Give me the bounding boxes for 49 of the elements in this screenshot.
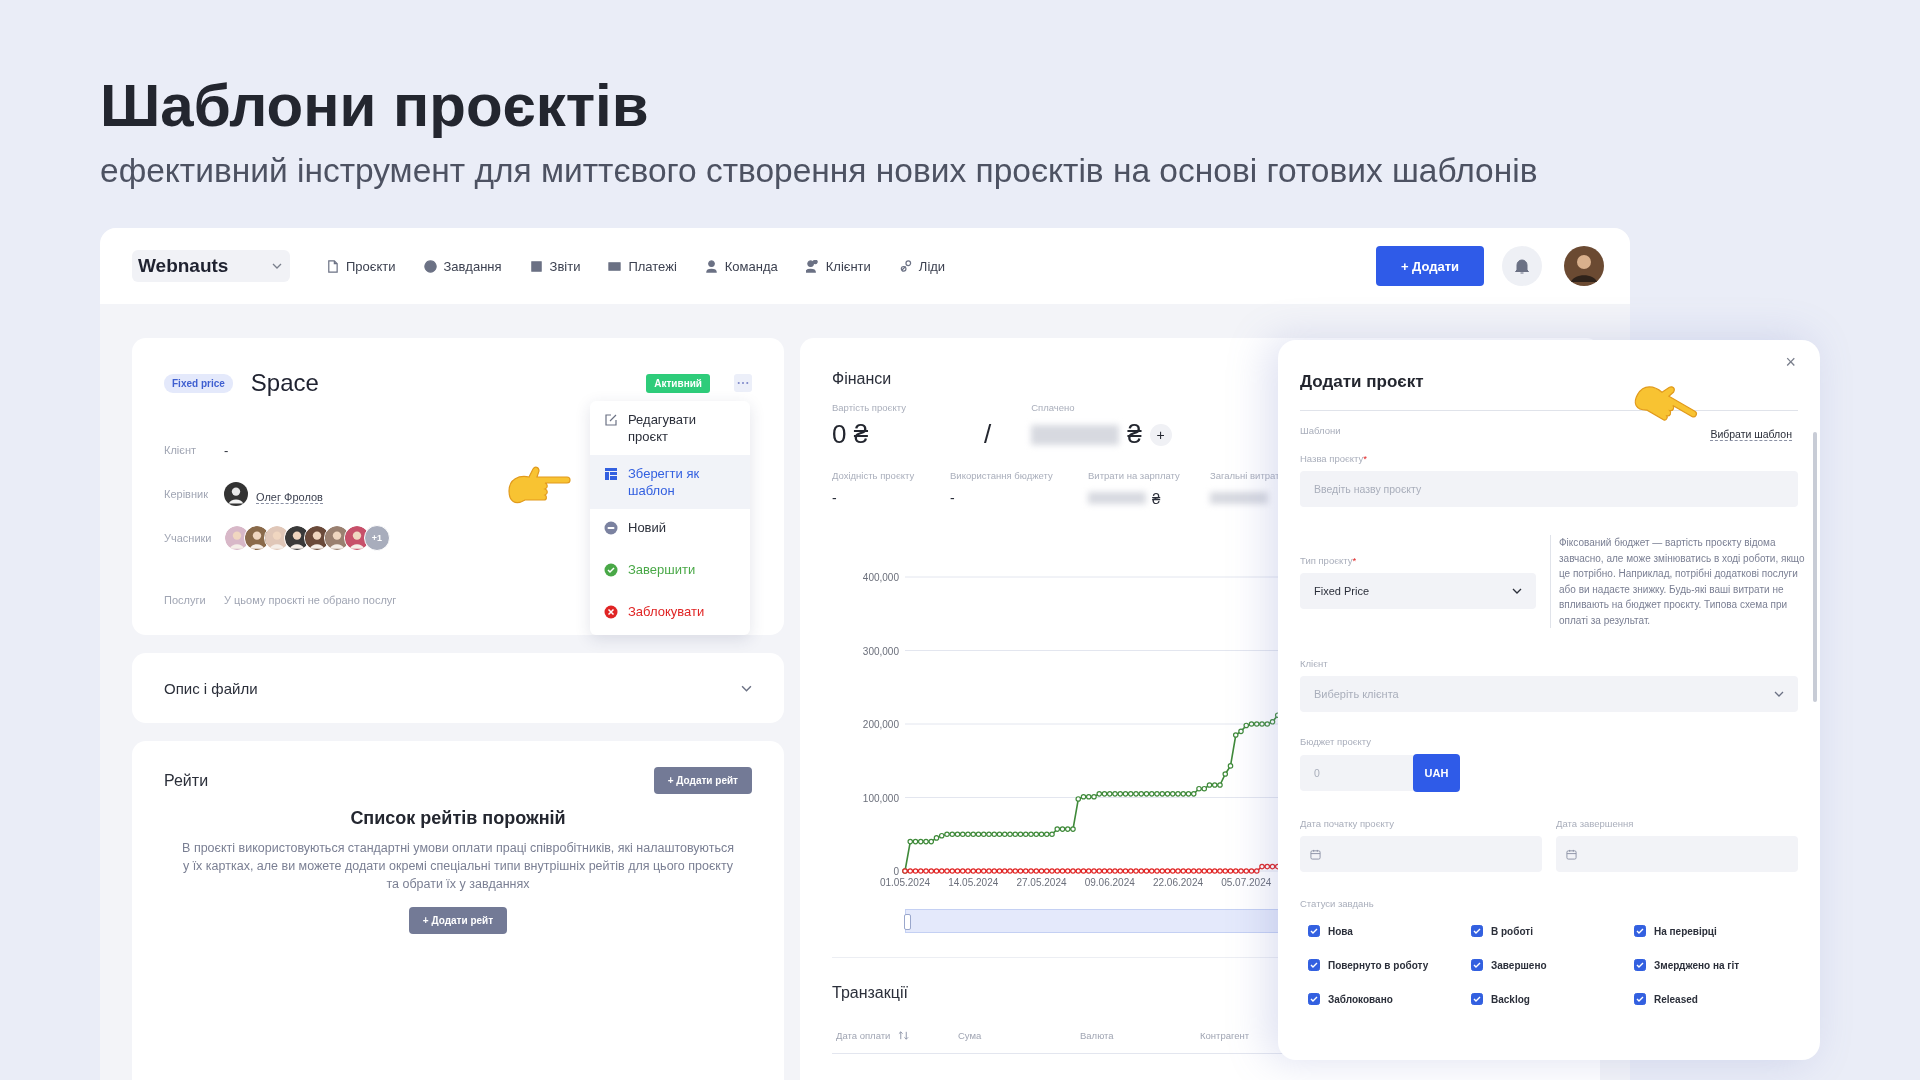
y-axis-label: 300,000	[862, 645, 899, 657]
field-value: -	[224, 442, 229, 458]
x-axis-label: 05.07.2024	[1221, 877, 1272, 888]
status-badge: Активний	[646, 373, 710, 393]
field-label: Бюджет проєкту	[1300, 736, 1373, 747]
field-label: Керівник	[164, 488, 209, 500]
empty-state-title: Список рейтів порожній	[350, 808, 566, 829]
x-axis-label: 27.05.2024	[1016, 877, 1067, 888]
field-label: Статуси завдань	[1300, 898, 1375, 909]
x-axis-label: 09.06.2024	[1084, 877, 1135, 888]
x-axis-label: 22.06.2024	[1152, 877, 1204, 888]
stat-label: Використання бюджету	[950, 470, 1054, 481]
project-cost: 0 ₴	[832, 419, 870, 450]
stat-label: Витрати на зарплату	[1088, 470, 1181, 481]
currency-sign: ₴	[1152, 489, 1161, 507]
field-label: Шаблони	[1300, 425, 1341, 436]
separator: /	[983, 419, 992, 450]
stat-value: -	[832, 490, 837, 506]
stat-value: -	[950, 490, 955, 506]
stat-label: Вартість проєкту	[832, 402, 906, 413]
section-title: Рейти	[164, 771, 209, 790]
field-label: Клієнт	[164, 444, 197, 456]
x-axis-label: 14.05.2024	[948, 877, 999, 888]
more-members-badge: +1	[364, 525, 390, 551]
page-subtitle: ефективний інструмент для миттєвого створення нових проєктів на основі готових шаблонів	[100, 152, 1539, 190]
project-type-badge: Fixed price	[164, 373, 233, 393]
dialog-title: Додати проєкт	[1300, 372, 1425, 392]
project-type-hint: Фіксований бюджет — вартість проєкту відома завчасно, але може змінюватись в ході роботи, якщо це потрібно. Наприклад, потрібні додаткові послуги або ви надаєте знижку. Будь-які ваші витрати не впливають на бюджет проєкту. Типова схема при оплаті за результат.	[1550, 535, 1809, 628]
y-axis-label: 0	[893, 866, 899, 877]
field-label: Дата завершення	[1556, 818, 1635, 829]
project-name: Space	[250, 369, 319, 397]
field-label: Назва проєкту*	[1300, 453, 1368, 464]
stat-label: Загальні витрат	[1210, 470, 1281, 481]
section-title: Транзакції	[832, 984, 908, 1002]
empty-state-text: В проєкті використовуються стандартні умови оплати праці співробітників, які налаштовуються у їх картках, але ви можете додати окремі спеціальні типи внутрішніх рейтів для цього проєкту та обрати їх у завданнях	[181, 840, 735, 893]
field-label: Учасники	[164, 532, 213, 544]
y-axis-label: 400,000	[862, 572, 899, 583]
x-axis-label: 01.05.2024	[879, 877, 931, 888]
section-title: Фінанси	[832, 370, 892, 388]
y-axis-label: 100,000	[862, 792, 899, 804]
field-label: Дата початку проєкту	[1300, 818, 1395, 829]
page-title: Шаблони проєктів	[99, 71, 650, 138]
stat-label: Сплачено	[1031, 402, 1076, 413]
stat-label: Дохідність проєкту	[832, 470, 916, 481]
field-label: Тип проєкту*	[1300, 554, 1358, 566]
field-label: Клієнт	[1300, 658, 1329, 669]
y-axis-label: 200,000	[862, 719, 899, 730]
currency-sign: ₴	[1127, 419, 1142, 450]
field-label: Послуги	[164, 594, 207, 606]
